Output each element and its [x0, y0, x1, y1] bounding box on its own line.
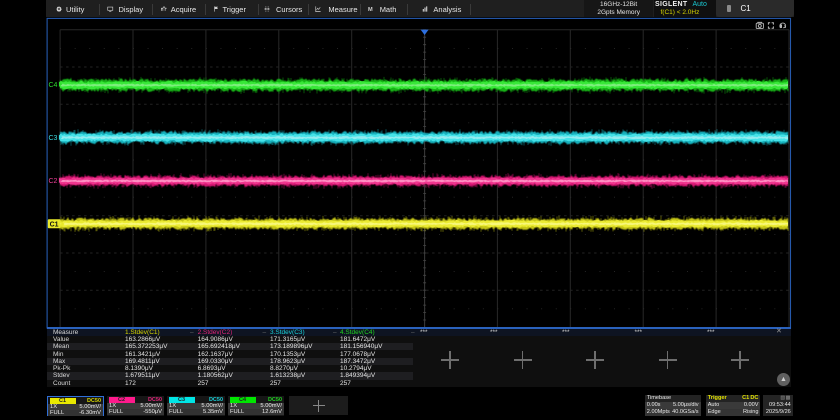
svg-text:C4: C4 — [49, 82, 58, 89]
svg-text:C2: C2 — [49, 178, 58, 185]
svg-text:C1: C1 — [50, 222, 59, 229]
svg-text:C3: C3 — [49, 135, 58, 142]
svg-text:M: M — [368, 7, 373, 12]
